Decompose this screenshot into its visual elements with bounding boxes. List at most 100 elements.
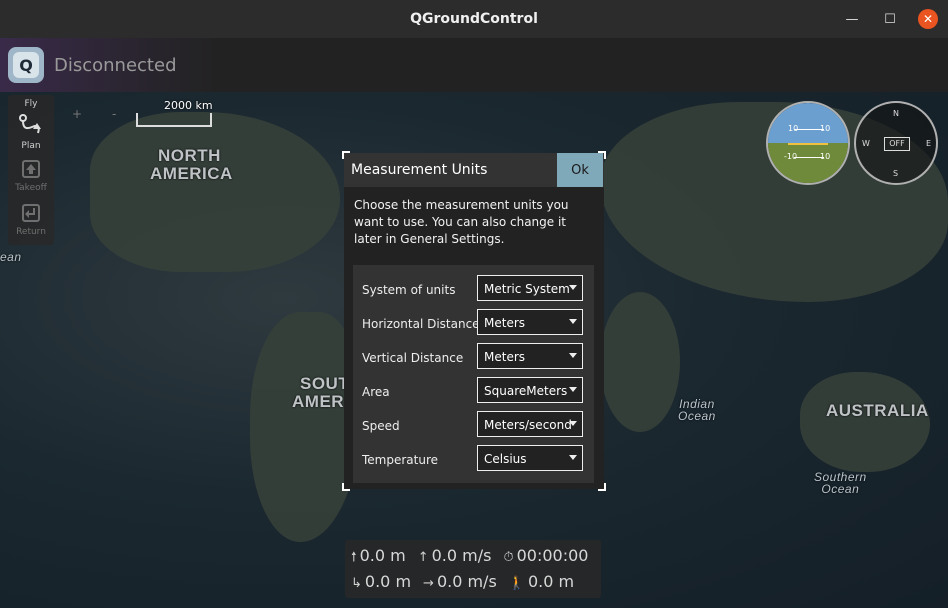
select-value: SquareMeters bbox=[484, 384, 568, 398]
connection-status: Disconnected bbox=[54, 54, 177, 76]
map-label-north-america: NORTH bbox=[158, 146, 221, 165]
area-select[interactable]: SquareMeters bbox=[477, 377, 583, 403]
fly-toolstrip: Fly Plan Takeoff Return bbox=[8, 95, 54, 245]
map-label-north-america-2: AMERICA bbox=[150, 164, 233, 183]
compass-w: W bbox=[862, 139, 870, 148]
minimize-button[interactable]: — bbox=[842, 9, 862, 29]
climb-rate-arrow-icon: ↑ bbox=[417, 550, 429, 565]
dropdown-arrow-icon bbox=[569, 353, 577, 358]
altitude-text: 0.0 m bbox=[359, 546, 406, 565]
sidebar-item-return[interactable]: Return bbox=[8, 203, 54, 237]
sidebar-item-fly[interactable]: Fly bbox=[8, 99, 54, 109]
dialog-title: Measurement Units bbox=[351, 162, 488, 178]
climb-rate-text: 0.0 m/s bbox=[431, 546, 492, 565]
units-row-area: Area SquareMeters bbox=[353, 377, 594, 407]
units-row-label: Vertical Distance bbox=[362, 351, 464, 365]
compass-e: E bbox=[926, 139, 932, 148]
select-value: Meters/second bbox=[484, 418, 572, 432]
units-row-vertical-distance: Vertical Distance Meters bbox=[353, 343, 594, 373]
window-controls: — ☐ ✕ bbox=[842, 9, 938, 29]
horizontal-distance-select[interactable]: Meters bbox=[477, 309, 583, 335]
dropdown-arrow-icon bbox=[569, 455, 577, 460]
units-settings-panel: System of units Metric System Horizontal… bbox=[353, 265, 594, 483]
ground-speed-arrow-icon: → bbox=[423, 576, 434, 591]
zoom-out-button[interactable]: - bbox=[112, 107, 116, 121]
dialog-header: Measurement Units Ok bbox=[344, 153, 604, 187]
units-row-label: Speed bbox=[362, 419, 400, 433]
dialog-corner-bl bbox=[342, 483, 350, 491]
sidebar-item-takeoff[interactable]: Takeoff bbox=[8, 159, 54, 193]
compass-indicator: N E S W OFF bbox=[854, 101, 938, 185]
compass-s: S bbox=[893, 169, 899, 178]
pitch-label-upper-left: 10 bbox=[788, 124, 799, 133]
units-row-label: Horizontal Distance bbox=[362, 317, 480, 331]
stopwatch-icon: ⏱ bbox=[503, 550, 514, 565]
maximize-button[interactable]: ☐ bbox=[880, 9, 900, 29]
sidebar-item-label: Takeoff bbox=[15, 183, 47, 193]
map-label-south-america: SOUT bbox=[300, 374, 350, 393]
compass-off-badge: OFF bbox=[884, 137, 910, 151]
attitude-ground bbox=[768, 143, 848, 183]
pitch-label-lower-left: -10 bbox=[784, 152, 798, 161]
distance-text: 0.0 m bbox=[364, 572, 412, 591]
dropdown-arrow-icon bbox=[569, 285, 577, 290]
ground-speed-text: 0.0 m/s bbox=[436, 572, 497, 591]
main-toolbar: Q Disconnected bbox=[0, 38, 948, 92]
flight-time-text: 00:00:00 bbox=[516, 546, 589, 565]
vertical-distance-select[interactable]: Meters bbox=[477, 343, 583, 369]
telemetry-row-2: ↳ 0.0 m → 0.0 m/s 🚶 0.0 m bbox=[351, 572, 574, 591]
qgc-logo-button[interactable]: Q bbox=[8, 47, 44, 83]
map-label-south-america-2: AMER bbox=[292, 392, 345, 411]
qgc-logo-icon: Q bbox=[13, 52, 39, 78]
zoom-in-button[interactable]: + bbox=[72, 107, 82, 121]
temperature-select[interactable]: Celsius bbox=[477, 445, 583, 471]
map-label-indian-ocean: Indian Ocean bbox=[678, 398, 716, 422]
scale-bar bbox=[136, 113, 212, 127]
distance-arrow-icon: ↳ bbox=[351, 576, 362, 591]
measurement-units-dialog: Measurement Units Ok Choose the measurem… bbox=[342, 151, 606, 491]
system-of-units-select[interactable]: Metric System bbox=[477, 275, 583, 301]
speed-select[interactable]: Meters/second bbox=[477, 411, 583, 437]
ground-speed-value: → 0.0 m/s bbox=[423, 572, 497, 591]
climb-rate-value: ↑ 0.0 m/s bbox=[418, 546, 492, 570]
units-row-label: Area bbox=[362, 385, 390, 399]
select-value: Meters bbox=[484, 316, 526, 330]
takeoff-icon bbox=[8, 159, 54, 183]
compass-n: N bbox=[893, 109, 899, 118]
distance-home-value: 🚶 0.0 m bbox=[509, 572, 574, 591]
map-zoom-controls: + - bbox=[62, 97, 132, 131]
dialog-corner-br bbox=[598, 483, 606, 491]
aircraft-symbol bbox=[788, 143, 828, 145]
map-scale: 2000 km bbox=[134, 99, 214, 129]
map-label-southern-ocean: Southern Ocean bbox=[814, 471, 867, 495]
attitude-indicator: 10 10 -10 10 bbox=[766, 101, 850, 185]
return-icon bbox=[8, 203, 54, 227]
attitude-sky bbox=[768, 103, 848, 143]
close-button[interactable]: ✕ bbox=[918, 9, 938, 29]
dropdown-arrow-icon bbox=[569, 421, 577, 426]
flight-time-value: ⏱ 00:00:00 bbox=[503, 546, 588, 570]
altitude-arrow-icon: 🠕 bbox=[351, 550, 357, 565]
ok-button[interactable]: Ok bbox=[557, 153, 603, 187]
land-north-america bbox=[90, 112, 340, 272]
units-row-label: Temperature bbox=[362, 453, 439, 467]
select-value: Celsius bbox=[484, 452, 527, 466]
map-label-southern-ocean-2: Ocean bbox=[821, 482, 860, 496]
dropdown-arrow-icon bbox=[569, 319, 577, 324]
window-title: QGroundControl bbox=[410, 11, 538, 27]
select-value: Metric System bbox=[484, 282, 570, 296]
map-label-ocean-left: ean bbox=[0, 250, 22, 264]
sidebar-item-plan[interactable]: Plan bbox=[8, 113, 54, 151]
units-row-temperature: Temperature Celsius bbox=[353, 445, 594, 475]
telemetry-row-1: 🠕 0.0 m ↑ 0.0 m/s ⏱ 00:00:00 bbox=[351, 546, 588, 570]
sidebar-item-label: Fly bbox=[24, 99, 38, 109]
plan-route-icon bbox=[8, 113, 54, 141]
pitch-label-lower-right: 10 bbox=[820, 152, 831, 161]
window-titlebar: QGroundControl — ☐ ✕ bbox=[0, 0, 948, 38]
scale-label: 2000 km bbox=[164, 99, 213, 112]
pitch-label-upper-right: 10 bbox=[820, 124, 831, 133]
select-value: Meters bbox=[484, 350, 526, 364]
land-australia bbox=[800, 372, 930, 472]
map-label-australia: AUSTRALIA bbox=[826, 401, 929, 420]
dropdown-arrow-icon bbox=[569, 387, 577, 392]
